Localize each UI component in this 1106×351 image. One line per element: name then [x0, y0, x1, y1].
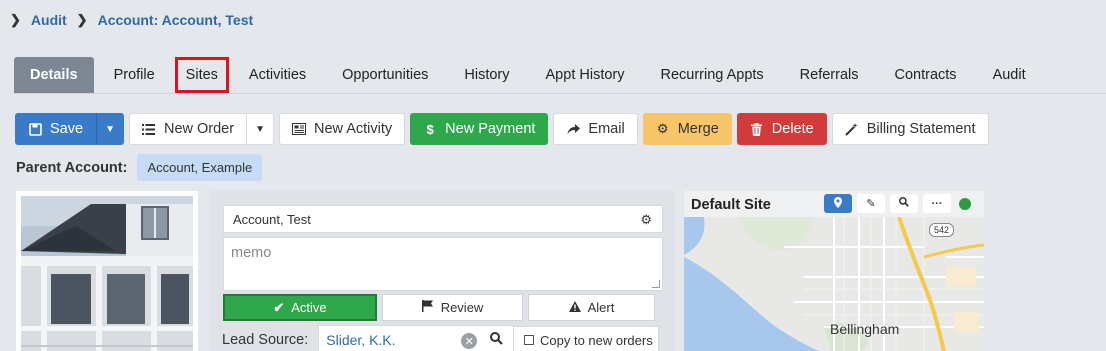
trash-icon	[750, 122, 764, 136]
map-panel-title: Default Site	[691, 197, 771, 213]
tab-sites[interactable]: Sites	[174, 57, 229, 93]
email-label: Email	[588, 121, 625, 137]
magic-wand-icon	[845, 122, 859, 136]
status-review-label: Review	[440, 300, 484, 315]
merge-label: Merge	[677, 121, 719, 137]
copy-to-new-orders-checkbox[interactable]: Copy to new orders	[513, 326, 659, 351]
delete-label: Delete	[771, 121, 814, 137]
status-alert-button[interactable]: Alert	[528, 294, 655, 321]
house-photo[interactable]	[21, 196, 193, 351]
account-name-field[interactable]: Account, Test ⚙	[223, 205, 663, 233]
search-icon[interactable]	[490, 332, 504, 348]
lead-source-input[interactable]: Slider, K.K. ✕	[318, 325, 515, 351]
caret-down-icon: ▼	[105, 123, 115, 135]
map-marker-button[interactable]	[824, 194, 852, 213]
search-icon	[899, 197, 909, 210]
save-split-button: Save ▼	[15, 113, 124, 145]
status-review-button[interactable]: Review	[382, 294, 523, 321]
warning-icon	[568, 300, 581, 315]
new-order-label: New Order	[163, 121, 235, 137]
delete-button[interactable]: Delete	[736, 113, 827, 145]
billing-statement-button[interactable]: Billing Statement	[831, 113, 989, 145]
status-alert-label: Alert	[587, 300, 615, 315]
save-dropdown-toggle[interactable]: ▼	[96, 113, 124, 145]
new-activity-button[interactable]: New Activity	[278, 113, 406, 145]
status-toggle-group: ✔ Active Review Alert	[223, 294, 655, 321]
tab-bar: Details Profile Sites Activities Opportu…	[14, 57, 1106, 93]
merge-button[interactable]: ⚙ Merge	[642, 113, 732, 145]
account-details-panel: Account, Test ⚙ memo ✔ Active Review Ale…	[209, 191, 675, 351]
save-button[interactable]: Save	[15, 113, 97, 145]
new-order-button[interactable]: New Order	[128, 113, 248, 145]
new-payment-button[interactable]: $ New Payment	[410, 113, 549, 145]
parent-account-link[interactable]: Account, Example	[137, 154, 263, 181]
lead-source-row: Lead Source: Slider, K.K. ✕	[222, 325, 515, 351]
site-status-indicator	[959, 197, 971, 210]
lead-source-value: Slider, K.K.	[326, 332, 396, 348]
map-marker-icon	[834, 196, 842, 211]
newspaper-icon	[291, 123, 306, 135]
map-more-button[interactable]: ···	[923, 194, 951, 213]
memo-textarea[interactable]: memo	[223, 237, 663, 291]
parent-account-row: Parent Account: Account, Example	[16, 154, 263, 181]
email-button[interactable]: Email	[553, 113, 638, 145]
tab-activities[interactable]: Activities	[233, 57, 322, 93]
tab-history[interactable]: History	[448, 57, 525, 93]
tab-divider	[14, 93, 1106, 94]
caret-down-icon: ▼	[255, 123, 265, 135]
list-icon	[142, 123, 156, 135]
floppy-disk-icon	[28, 122, 42, 136]
breadcrumb: ❯ Audit ❯ Account: Account, Test	[10, 12, 253, 28]
save-button-label: Save	[50, 121, 84, 137]
share-arrow-icon	[566, 123, 580, 135]
cogs-icon: ⚙	[656, 121, 669, 136]
default-site-panel: Default Site ✎ ··· 542 Bellingham	[684, 191, 984, 351]
checkbox-icon[interactable]	[524, 335, 534, 345]
new-order-split-button: New Order ▼	[128, 113, 274, 145]
breadcrumb-audit-link[interactable]: Audit	[31, 12, 67, 28]
chevron-right-icon: ❯	[76, 12, 88, 27]
tab-details[interactable]: Details	[14, 57, 94, 93]
map-search-button[interactable]	[890, 194, 918, 213]
map-toolbar: ✎ ···	[824, 194, 971, 213]
ellipsis-icon: ···	[931, 197, 943, 210]
edit-icon: ✎	[866, 198, 876, 210]
resize-grip-icon[interactable]	[652, 280, 660, 288]
copy-to-new-orders-label: Copy to new orders	[540, 332, 653, 348]
account-name-value: Account, Test	[233, 211, 311, 227]
breadcrumb-current[interactable]: Account: Account, Test	[98, 12, 254, 28]
tab-profile[interactable]: Profile	[98, 57, 171, 93]
dollar-icon: $	[426, 121, 434, 137]
memo-placeholder: memo	[231, 245, 272, 261]
new-order-dropdown-toggle[interactable]: ▼	[247, 113, 274, 145]
tab-recurring-appts[interactable]: Recurring Appts	[645, 57, 780, 93]
gear-icon[interactable]: ⚙	[640, 212, 652, 228]
parent-account-label: Parent Account:	[16, 159, 128, 176]
tab-opportunities[interactable]: Opportunities	[326, 57, 444, 93]
site-map[interactable]: 542 Bellingham	[684, 217, 984, 351]
route-shield: 542	[929, 223, 955, 237]
billing-statement-label: Billing Statement	[866, 121, 976, 137]
tab-appt-history[interactable]: Appt History	[530, 57, 641, 93]
flag-icon	[421, 300, 434, 315]
check-icon: ✔	[273, 299, 285, 315]
map-edit-button[interactable]: ✎	[857, 194, 885, 213]
tab-contracts[interactable]: Contracts	[879, 57, 973, 93]
new-payment-label: New Payment	[445, 121, 536, 137]
status-active-button[interactable]: ✔ Active	[223, 294, 377, 321]
status-active-label: Active	[291, 300, 327, 315]
tab-referrals[interactable]: Referrals	[784, 57, 875, 93]
clear-icon[interactable]: ✕	[461, 333, 478, 349]
chevron-right-icon: ❯	[10, 12, 21, 27]
action-toolbar: Save ▼ New Order ▼ New Activity $ New Pa…	[15, 113, 989, 145]
tab-audit[interactable]: Audit	[977, 57, 1042, 93]
lead-source-label: Lead Source:	[222, 332, 309, 348]
new-activity-label: New Activity	[313, 121, 393, 137]
site-photo-card	[16, 191, 198, 351]
map-city-label: Bellingham	[830, 321, 900, 337]
